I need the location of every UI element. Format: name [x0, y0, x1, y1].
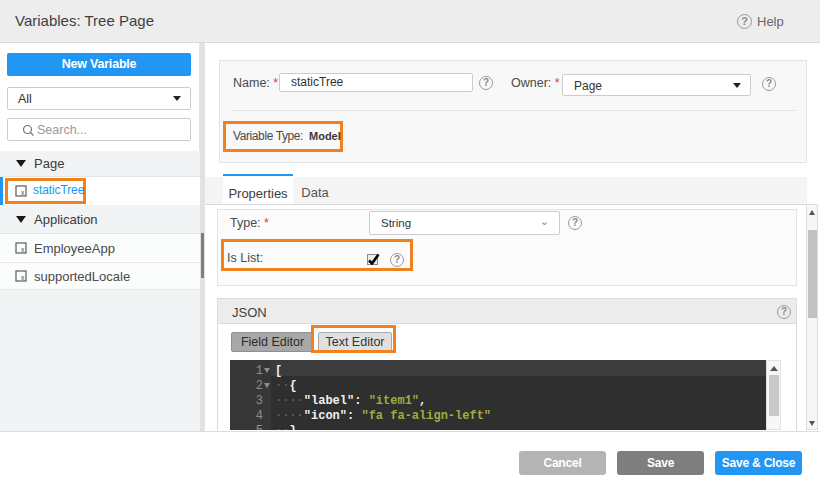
svg-text:x: x: [21, 246, 25, 253]
svg-text:x: x: [21, 274, 25, 281]
svg-text:x: x: [21, 189, 25, 196]
